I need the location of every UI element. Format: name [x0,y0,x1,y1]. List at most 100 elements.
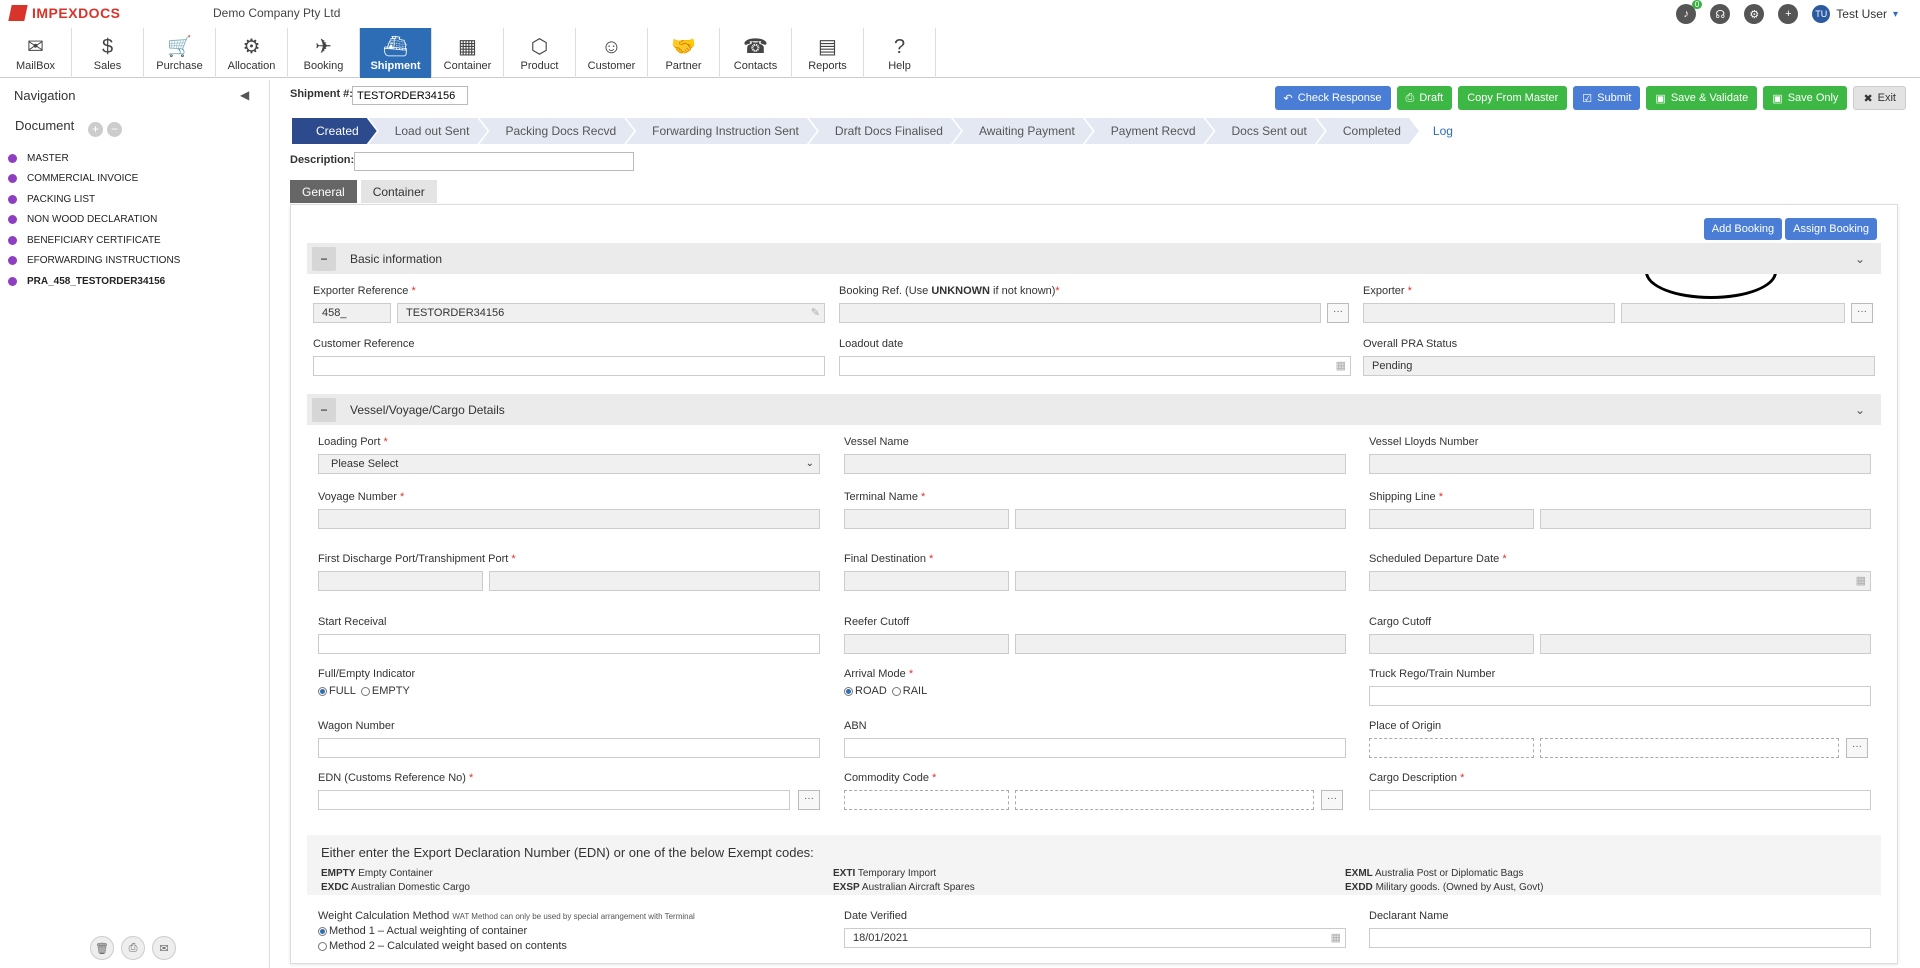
copy-from-master-button[interactable]: Copy From Master [1458,86,1568,110]
vessel-name-input[interactable] [844,454,1346,474]
calendar-icon[interactable]: ▦ [1336,359,1346,372]
document-item[interactable]: NON WOOD DECLARATION [8,210,180,231]
tab-container[interactable]: Container [360,180,437,203]
ellipsis-icon[interactable]: ··· [1321,790,1343,810]
calendar-icon[interactable]: ▦ [1856,574,1866,587]
exporter-ref-input[interactable]: TESTORDER34156 ✎ [397,303,825,323]
step-forwarding-instruction-sent[interactable]: Forwarding Instruction Sent [626,118,817,144]
wagon-number-input[interactable] [318,738,820,758]
step-draft-docs-finalised[interactable]: Draft Docs Finalised [809,118,961,144]
edn-input[interactable] [318,790,790,810]
loading-port-select[interactable]: Please Select ⌄ [318,454,820,474]
gear-icon[interactable]: ⚙ [1744,4,1765,24]
truck-rego-input[interactable] [1369,686,1871,706]
cargo-cutoff-time-input[interactable] [1540,634,1871,654]
remove-document-icon[interactable]: − [107,122,122,137]
document-item[interactable]: EFORWARDING INSTRUCTIONS [8,251,180,272]
shipping-line-name-input[interactable] [1540,509,1871,529]
first-discharge-code-input[interactable] [318,571,483,591]
document-item[interactable]: MASTER [8,148,180,169]
module-product[interactable]: ⬡ Product [504,28,576,78]
reefer-cutoff-time-input[interactable] [1015,634,1346,654]
terminal-code-input[interactable] [844,509,1009,529]
log-link[interactable]: Log [1433,118,1453,144]
vessel-lloyds-input[interactable] [1369,454,1871,474]
module-booking[interactable]: ✈ Booking [288,28,360,78]
rail-radio[interactable] [891,686,901,696]
loadout-date-input[interactable]: ▦ [839,356,1351,376]
draft-button[interactable]: ⎙ Draft [1396,86,1453,110]
final-destination-name-input[interactable] [1015,571,1346,591]
date-verified-input[interactable]: 18/01/2021 ▦ [844,928,1346,948]
shipping-line-code-input[interactable] [1369,509,1534,529]
module-container[interactable]: ▦ Container [432,28,504,78]
collapse-icon[interactable]: − [312,246,336,271]
final-destination-code-input[interactable] [844,571,1009,591]
module-reports[interactable]: ▤ Reports [792,28,864,78]
module-purchase[interactable]: 🛒 Purchase [144,28,216,78]
method1-radio[interactable] [318,926,327,936]
calendar-icon[interactable]: ▦ [1331,931,1341,944]
first-discharge-name-input[interactable] [489,571,820,591]
step-load-out-sent[interactable]: Load out Sent [369,118,488,144]
empty-radio[interactable] [360,686,370,696]
document-item[interactable]: PACKING LIST [8,189,180,210]
voyage-number-input[interactable] [318,509,820,529]
step-payment-recvd[interactable]: Payment Recvd [1085,118,1214,144]
step-completed[interactable]: Completed [1317,118,1419,144]
add-booking-button[interactable]: Add Booking [1703,218,1783,240]
place-of-origin-name-input[interactable] [1540,738,1839,758]
description-input[interactable] [354,152,634,171]
booking-ref-input[interactable] [839,303,1321,323]
document-item-active[interactable]: PRA_458_TESTORDER34156 [8,271,180,292]
document-item[interactable]: COMMERCIAL INVOICE [8,169,180,190]
cargo-cutoff-date-input[interactable] [1369,634,1534,654]
module-help[interactable]: ? Help [864,28,936,78]
module-contacts[interactable]: ☎ Contacts [720,28,792,78]
vessel-details-header[interactable]: − Vessel/Voyage/Cargo Details ⌄ [307,394,1881,425]
module-shipment[interactable]: ⛴ Shipment [360,28,432,78]
edit-icon[interactable]: ✎ [811,306,820,319]
user-menu[interactable]: TU Test User ▾ [1812,5,1898,23]
method2-radio[interactable] [318,941,327,951]
module-allocation[interactable]: ⚙ Allocation [216,28,288,78]
bell-icon[interactable]: ♪ 0 [1676,0,1703,24]
plus-icon[interactable]: + [1778,4,1799,24]
email-icon[interactable]: ✉ [152,936,176,960]
cargo-description-input[interactable] [1369,790,1871,810]
exporter-name-input[interactable] [1621,303,1845,323]
basic-info-header[interactable]: − Basic information ⌄ [307,243,1881,274]
module-mailbox[interactable]: ✉ MailBox [0,28,72,78]
shipment-number-input[interactable] [352,86,468,105]
step-awaiting-payment[interactable]: Awaiting Payment [953,118,1093,144]
chevron-down-icon[interactable]: ⌄ [1855,403,1865,417]
ellipsis-icon[interactable]: ··· [1846,738,1868,758]
reefer-cutoff-date-input[interactable] [844,634,1009,654]
terminal-name-input[interactable] [1015,509,1346,529]
module-customer[interactable]: ☺ Customer [576,28,648,78]
print-icon[interactable]: ⎙ [121,936,145,960]
exit-button[interactable]: ✖ Exit [1853,86,1906,110]
collapse-icon[interactable]: − [312,397,336,422]
module-partner[interactable]: 🤝 Partner [648,28,720,78]
app-logo[interactable]: IMPEXDOCS [8,5,121,21]
abn-input[interactable] [844,738,1346,758]
tab-general[interactable]: General [290,180,357,203]
save-only-button[interactable]: ▣ Save Only [1763,86,1848,110]
headset-icon[interactable]: ☊ [1710,4,1731,24]
step-docs-sent-out[interactable]: Docs Sent out [1206,118,1325,144]
save-validate-button[interactable]: ▣ Save & Validate [1646,86,1758,110]
trash-icon[interactable]: 🗑 [90,936,114,960]
step-packing-docs-recvd[interactable]: Packing Docs Recvd [479,118,634,144]
place-of-origin-code-input[interactable] [1369,738,1534,758]
scheduled-departure-input[interactable]: ▦ [1369,571,1871,591]
start-receival-input[interactable] [318,634,820,654]
module-sales[interactable]: $ Sales [72,28,144,78]
exporter-code-input[interactable] [1363,303,1615,323]
ellipsis-icon[interactable]: ··· [1327,303,1349,323]
add-document-icon[interactable]: + [88,122,103,137]
ellipsis-icon[interactable]: ··· [1851,303,1873,323]
submit-button[interactable]: ☑ Submit [1573,86,1641,110]
road-radio[interactable] [844,686,853,696]
commodity-name-input[interactable] [1015,790,1314,810]
